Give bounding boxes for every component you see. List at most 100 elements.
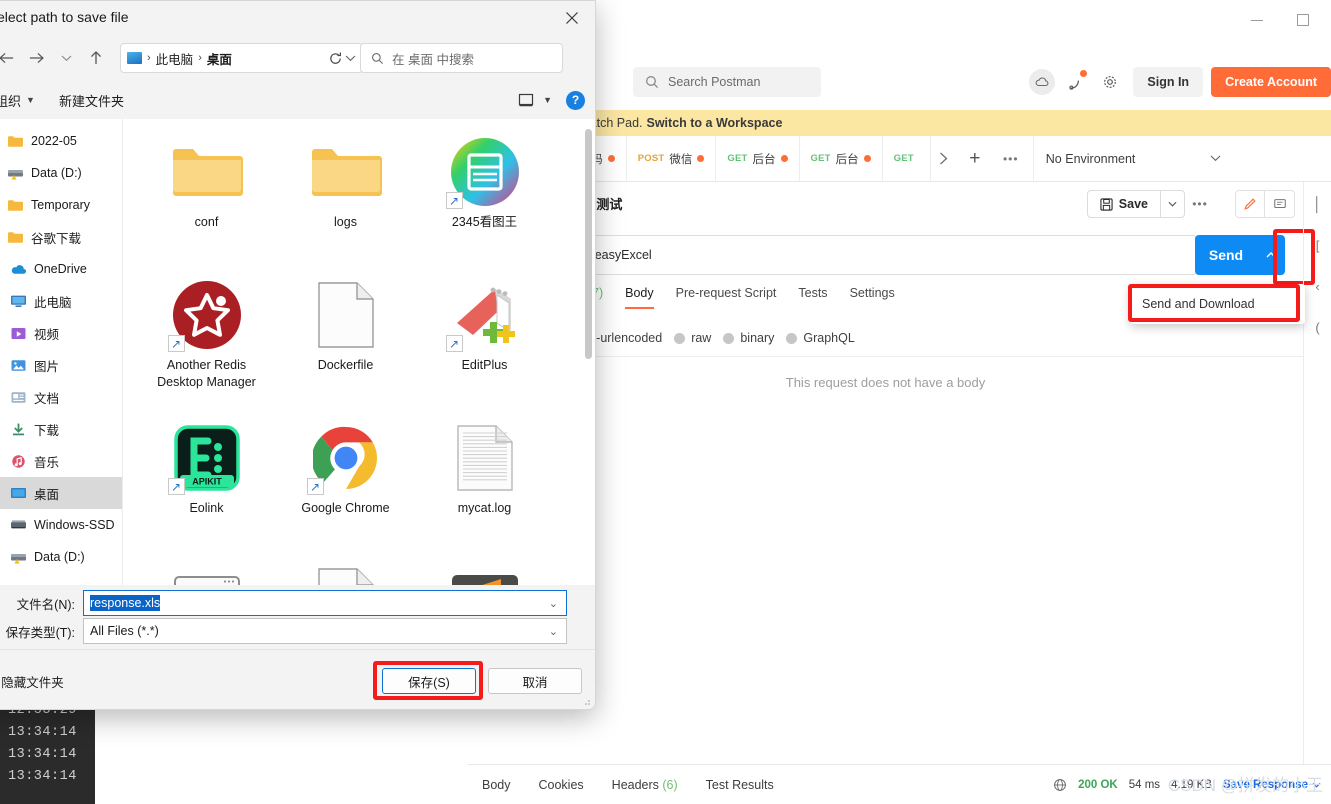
sidebar-item--[interactable]: › 文档 — [0, 381, 122, 413]
chevron-down-icon[interactable]: ⌄ — [549, 597, 558, 610]
request-section-tab[interactable]: Settings — [839, 286, 906, 309]
edit-button[interactable] — [1235, 190, 1265, 218]
recent-locations-button[interactable] — [51, 43, 81, 73]
notifications-button[interactable] — [1059, 66, 1093, 98]
switch-workspace-link[interactable]: Switch to a Workspace — [647, 116, 783, 130]
send-options-button[interactable] — [1257, 235, 1285, 275]
sidebar-item-onedrive[interactable]: OneDrive — [0, 253, 122, 285]
sign-in-button[interactable]: Sign In — [1133, 67, 1204, 97]
organize-button[interactable]: 组织 ▼ — [0, 86, 47, 114]
request-section-tab[interactable]: Body — [614, 286, 665, 309]
save-button[interactable]: 保存(S) — [382, 668, 476, 694]
dialog-search-input[interactable]: 在 桌面 中搜索 — [360, 43, 563, 73]
chevron-right-icon[interactable]: › — [0, 456, 3, 466]
body-type-option[interactable]: raw — [670, 331, 711, 345]
filetype-select[interactable]: All Files (*.*) ⌄ — [83, 618, 567, 644]
resize-grip-icon[interactable] — [581, 696, 591, 706]
request-more-button[interactable]: ••• — [1185, 190, 1215, 218]
forward-button[interactable] — [21, 43, 51, 73]
chevron-right-icon[interactable]: › — [0, 392, 3, 402]
maximize-icon[interactable] — [1297, 14, 1309, 26]
file-item[interactable]: APIKIT ↗ Eolink — [137, 419, 276, 556]
sidebar-item-data-d-[interactable]: › Data (D:) — [0, 541, 122, 573]
tab-overflow-icon[interactable] — [931, 152, 957, 165]
save-caret-button[interactable] — [1161, 190, 1185, 218]
sidebar-item-data-d-[interactable]: Data (D:) — [0, 157, 122, 189]
new-tab-icon[interactable]: + — [957, 148, 993, 170]
cancel-button[interactable]: 取消 — [488, 668, 582, 694]
file-item[interactable]: ↗ Google Chrome — [276, 419, 415, 556]
file-item[interactable]: ↗ 2345看图王 — [415, 133, 554, 270]
body-type-option[interactable]: GraphQL — [782, 331, 855, 345]
help-button[interactable]: ? — [566, 90, 585, 110]
up-button[interactable] — [81, 43, 111, 73]
crumb-desktop[interactable]: 桌面 — [207, 49, 232, 68]
cloud-sync-button[interactable] — [1025, 66, 1059, 98]
request-section-tab[interactable]: Pre-request Script — [665, 286, 788, 309]
save-button[interactable]: Save — [1086, 190, 1161, 218]
send-and-download-item[interactable]: Send and Download — [1130, 292, 1305, 316]
code-icon[interactable]: [ — [1316, 238, 1320, 253]
chevron-right-icon[interactable]: › — [0, 520, 3, 530]
request-tab[interactable]: GET — [883, 135, 931, 182]
back-button[interactable] — [0, 43, 21, 73]
create-account-button[interactable]: Create Account — [1211, 67, 1331, 97]
settings-button[interactable] — [1093, 66, 1127, 98]
file-item[interactable]: mycat.log — [415, 419, 554, 556]
filename-input[interactable]: response.xls ⌄ — [83, 590, 567, 616]
file-item[interactable] — [276, 562, 415, 585]
sidebar-item--[interactable]: › 图片 — [0, 349, 122, 381]
chevron-right-icon[interactable]: › — [0, 328, 3, 338]
search-input[interactable]: Search Postman — [633, 67, 821, 97]
sidebar-item--[interactable]: › 桌面 — [0, 477, 122, 509]
sidebar-toggle-icon[interactable]: │ — [1313, 196, 1322, 212]
file-item[interactable]: logs — [276, 133, 415, 270]
environment-selector[interactable]: No Environment — [1032, 135, 1233, 182]
crumb-computer[interactable]: 此电脑 — [156, 49, 194, 68]
file-item[interactable]: conf — [137, 133, 276, 270]
request-section-tab[interactable]: Tests — [787, 286, 838, 309]
sidebar-item--[interactable]: 谷歌下载 — [0, 221, 122, 253]
sidebar-item-temporary[interactable]: Temporary — [0, 189, 122, 221]
sidebar-item--[interactable]: › 音乐 — [0, 445, 122, 477]
sidebar-item--[interactable]: ⌄ 此电脑 — [0, 285, 122, 317]
response-tab[interactable]: Cookies — [525, 778, 598, 792]
response-tab[interactable]: Headers (6) — [598, 778, 692, 792]
file-item[interactable] — [137, 562, 276, 585]
comment-button[interactable] — [1265, 190, 1295, 218]
request-tab[interactable]: POST 微信 — [627, 135, 717, 182]
save-response-button[interactable]: Save Response — [1223, 779, 1321, 791]
sidebar-item-2022-05[interactable]: 2022-05 — [0, 125, 122, 157]
info-icon[interactable]: ( — [1315, 320, 1319, 335]
chevron-right-icon[interactable]: › — [0, 552, 3, 562]
refresh-button[interactable] — [320, 43, 350, 73]
comment-icon[interactable]: ‹ — [1315, 279, 1319, 294]
chevron-right-icon[interactable]: › — [0, 424, 3, 434]
view-mode-button[interactable]: ▼ — [518, 93, 552, 108]
minimize-icon[interactable] — [1251, 19, 1263, 21]
tab-more-icon[interactable]: ••• — [993, 152, 1029, 166]
body-type-option[interactable]: binary — [719, 331, 774, 345]
chevron-down-icon[interactable]: ⌄ — [549, 625, 558, 638]
request-tab[interactable]: GET 后台 — [716, 135, 800, 182]
file-list-scrollbar[interactable] — [585, 129, 592, 359]
response-tab[interactable]: Test Results — [692, 778, 788, 792]
send-button[interactable]: Send — [1195, 235, 1257, 275]
file-item[interactable]: Dockerfile — [276, 276, 415, 413]
sidebar-item--[interactable]: › 下载 — [0, 413, 122, 445]
chevron-right-icon[interactable]: › — [0, 488, 3, 498]
request-tab-bar: T初次POST扫码POST微信GET后台GET后台GET+•••No Envir… — [468, 135, 1331, 182]
request-tab[interactable]: GET 后台 — [800, 135, 883, 182]
file-item[interactable]: ↗ EditPlus — [415, 276, 554, 413]
file-item[interactable]: ↗ Another Redis Desktop Manager — [137, 276, 276, 413]
dialog-close-button[interactable] — [549, 1, 595, 35]
hide-folders-toggle[interactable]: ⌃ 隐藏文件夹 — [0, 672, 64, 691]
chevron-right-icon[interactable]: › — [0, 360, 3, 370]
send-options-dropdown: Send and Download — [1130, 284, 1305, 324]
sidebar-item-windows-ssd[interactable]: › Windows-SSD — [0, 509, 122, 541]
file-item[interactable] — [415, 562, 554, 585]
response-tab[interactable]: Body — [468, 778, 525, 792]
sidebar-item--[interactable]: › 视频 — [0, 317, 122, 349]
chevron-right-icon[interactable]: ⌄ — [0, 296, 3, 307]
new-folder-button[interactable]: 新建文件夹 — [47, 86, 136, 114]
